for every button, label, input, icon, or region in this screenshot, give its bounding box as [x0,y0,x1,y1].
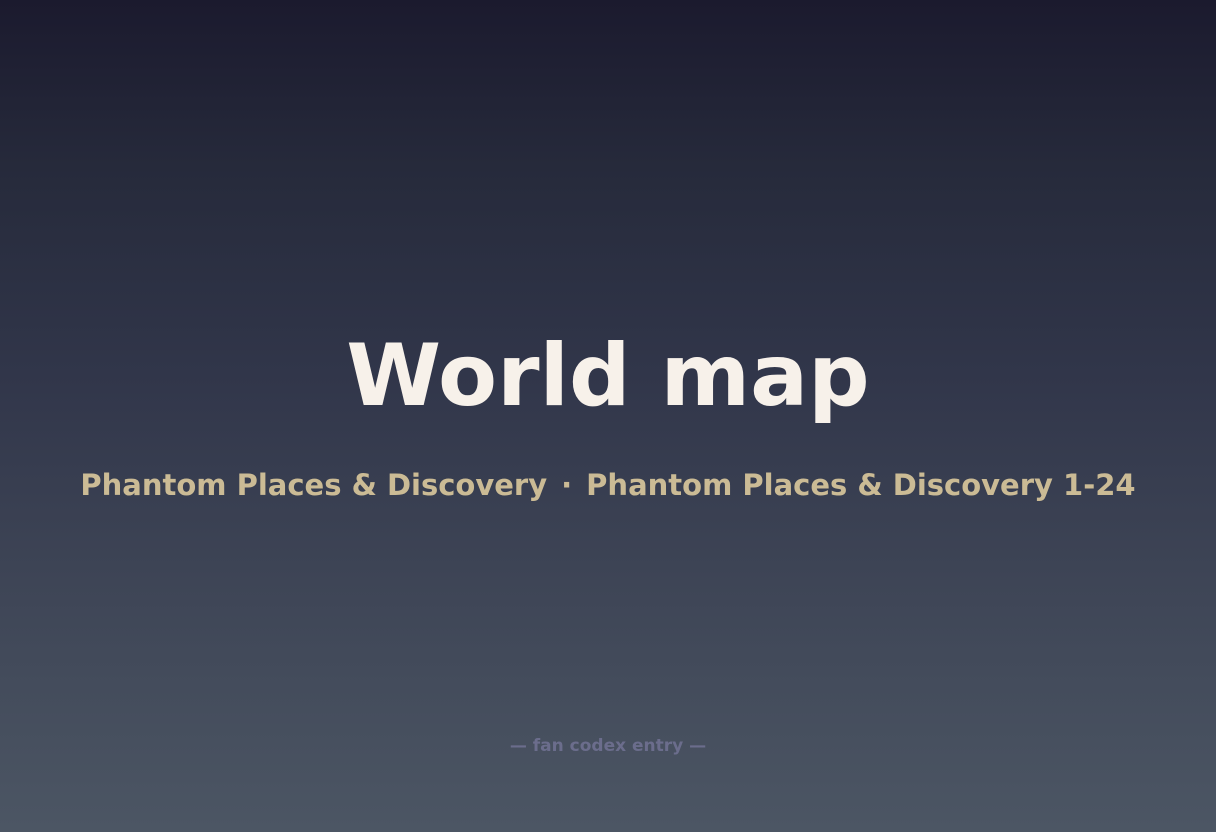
subtitle: Phantom Places & Discovery · Phantom Place… [0,463,1216,507]
title-card: World map Phantom Places & Discovery · Pha… [0,0,1216,832]
subtitle-separator: · [561,468,573,502]
footer-caption: — fan codex entry — [509,736,707,756]
subtitle-series: Phantom Places & Discovery [80,468,548,502]
page-title: World map [346,326,870,426]
subtitle-range: Phantom Places & Discovery 1-24 [586,468,1136,502]
